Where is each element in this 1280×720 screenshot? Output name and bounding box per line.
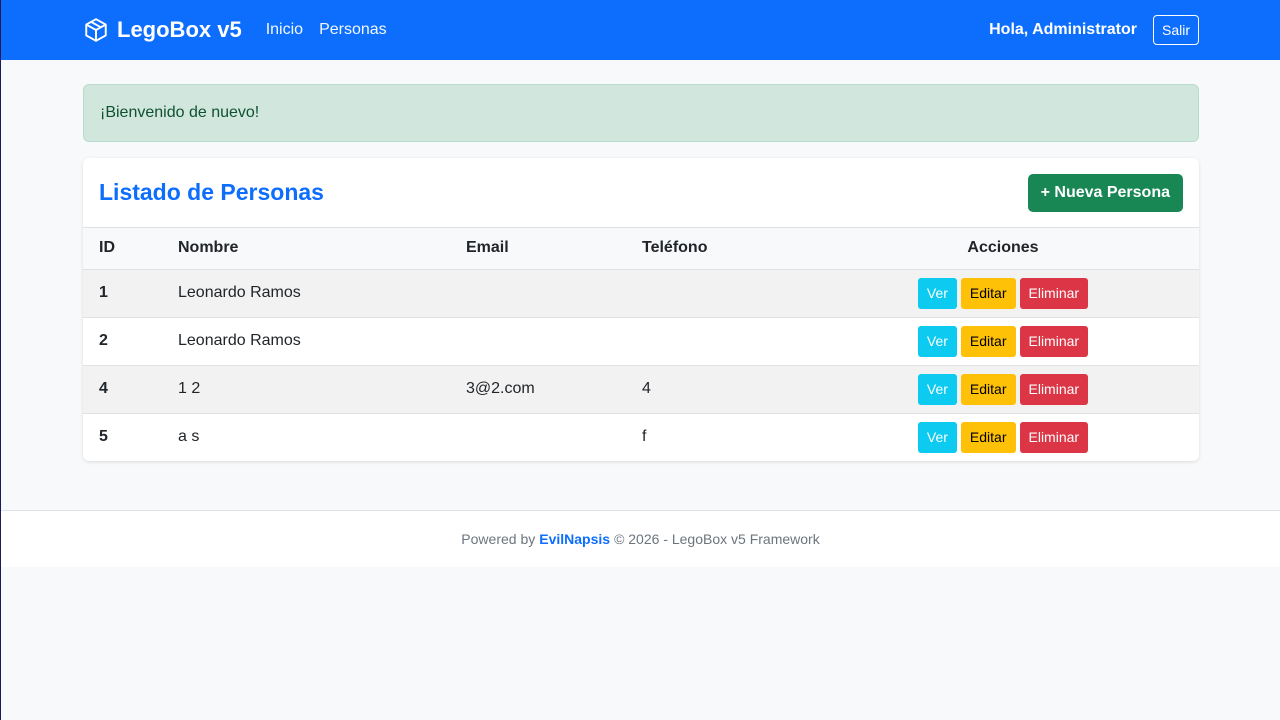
column-header-acciones: Acciones (967, 239, 1039, 257)
cell-email (450, 413, 626, 461)
user-greeting: Hola, Administrator (989, 21, 1137, 38)
brand-link[interactable]: LegoBox v5 (83, 17, 242, 43)
alert-message: ¡Bienvenido de nuevo! (100, 104, 260, 121)
edit-button[interactable]: Editar (960, 421, 1016, 453)
edit-button[interactable]: Editar (960, 373, 1016, 405)
cell-phone (626, 317, 807, 365)
nav-links: Inicio Personas (266, 21, 387, 39)
cell-actions: Ver Editar Eliminar (807, 269, 1199, 317)
cell-actions: Ver Editar Eliminar (807, 365, 1199, 413)
view-button[interactable]: Ver (917, 373, 957, 405)
table-header-row: ID Nombre Email Teléfono Acciones (83, 228, 1199, 269)
personas-card: Listado de Personas + Nueva Persona ID N… (83, 158, 1199, 461)
footer: Powered by EvilNapsis © 2026 - LegoBox v… (1, 510, 1280, 567)
column-header-nombre: Nombre (178, 239, 239, 257)
cell-id: 2 (99, 332, 108, 349)
cell-name: Leonardo Ramos (178, 332, 301, 349)
cell-email: 3@2.com (466, 380, 535, 397)
delete-button[interactable]: Eliminar (1019, 325, 1089, 357)
table-row: 1 Leonardo Ramos Ver Editar Eliminar (83, 269, 1199, 317)
edit-button[interactable]: Editar (960, 277, 1016, 309)
view-button[interactable]: Ver (917, 277, 957, 309)
cell-id: 4 (99, 380, 108, 397)
cell-phone: f (642, 428, 647, 446)
delete-button[interactable]: Eliminar (1019, 421, 1089, 453)
footer-prefix: Powered by (461, 531, 536, 547)
welcome-alert: ¡Bienvenido de nuevo! (83, 84, 1199, 142)
column-header-email: Email (466, 239, 509, 257)
table-row: 5 a s f Ver Editar Eliminar (83, 413, 1199, 461)
cell-id: 5 (99, 428, 108, 446)
view-button[interactable]: Ver (917, 421, 957, 453)
footer-author-link[interactable]: EvilNapsis (539, 531, 610, 547)
nav-link-personas[interactable]: Personas (319, 21, 387, 39)
main-container: ¡Bienvenido de nuevo! Listado de Persona… (83, 84, 1199, 461)
cell-email (450, 269, 626, 317)
table-row: 2 Leonardo Ramos Ver Editar Eliminar (83, 317, 1199, 365)
nav-link-inicio[interactable]: Inicio (266, 21, 303, 39)
new-persona-button[interactable]: + Nueva Persona (1027, 173, 1183, 212)
edit-button[interactable]: Editar (960, 325, 1016, 357)
cell-phone: 4 (642, 380, 651, 397)
cell-name: 1 2 (178, 380, 201, 397)
cell-phone (626, 269, 807, 317)
column-header-telefono: Teléfono (642, 239, 708, 257)
column-header-id: ID (99, 239, 115, 257)
logout-button[interactable]: Salir (1152, 15, 1199, 45)
box-icon (85, 18, 107, 42)
delete-button[interactable]: Eliminar (1019, 277, 1089, 309)
nav-user-area: Hola, Administrator Salir (989, 15, 1199, 45)
card-header: Listado de Personas + Nueva Persona (83, 158, 1199, 228)
footer-copyright: © 2026 - LegoBox v5 Framework (614, 531, 820, 547)
delete-button[interactable]: Eliminar (1019, 373, 1089, 405)
cell-name: a s (178, 428, 200, 446)
cell-actions: Ver Editar Eliminar (807, 413, 1199, 461)
cell-id: 1 (99, 284, 108, 301)
brand-name: LegoBox v5 (117, 17, 242, 42)
cell-actions: Ver Editar Eliminar (807, 317, 1199, 365)
view-button[interactable]: Ver (917, 325, 957, 357)
page-title: Listado de Personas (99, 179, 324, 205)
cell-email (450, 317, 626, 365)
navbar: LegoBox v5 Inicio Personas Hola, Adminis… (1, 0, 1280, 60)
cell-name: Leonardo Ramos (178, 284, 301, 301)
personas-table: ID Nombre Email Teléfono Acciones 1 Leon… (83, 228, 1199, 461)
table-row: 4 1 2 3@2.com 4 Ver Editar Eliminar (83, 365, 1199, 413)
